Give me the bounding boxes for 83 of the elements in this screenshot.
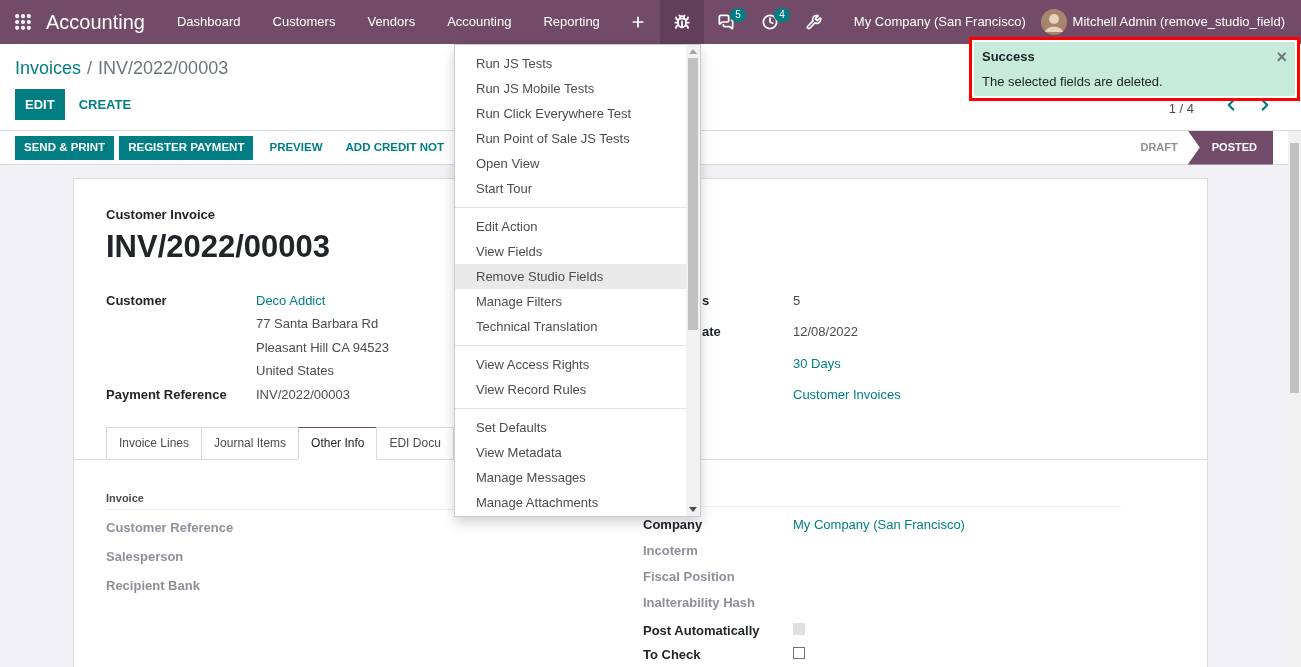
breadcrumb-current: INV/2022/00003 <box>98 57 229 80</box>
status-stage[interactable]: POSTED <box>1187 130 1273 165</box>
field-label: Payment Reference <box>106 385 228 404</box>
debug-menu-item[interactable]: Run JS Tests <box>455 51 686 76</box>
field-label: Inalterability Hash <box>643 594 755 610</box>
menu-scrollbar[interactable] <box>686 45 700 516</box>
clock-icon <box>761 14 778 30</box>
field-label: Incoterm <box>643 542 698 558</box>
field-value: INV/2022/00003 <box>256 385 350 404</box>
pager-counter: 1 / 4 <box>1168 99 1194 118</box>
page-scrollbar[interactable] <box>1288 131 1301 667</box>
field-value: Pleasant Hill CA 94523 <box>256 338 389 357</box>
field-value: 12/08/2022 <box>793 323 859 341</box>
field-label: s <box>702 292 710 308</box>
debug-menu-item[interactable]: View Record Rules <box>455 377 686 402</box>
field-label: Company <box>643 516 703 532</box>
company-switcher[interactable]: My Company (San Francisco) <box>853 12 1026 32</box>
checkbox[interactable] <box>793 646 805 659</box>
field-value: 77 Santa Barbara Rd <box>256 315 379 333</box>
field-label: Customer Reference <box>106 520 234 535</box>
field-label: Recipient Bank <box>106 578 200 593</box>
scrollbar-thumb[interactable] <box>1290 143 1299 393</box>
debug-menu-item[interactable]: Run Click Everywhere Test <box>455 101 686 126</box>
close-button[interactable]: × <box>1276 48 1287 65</box>
notebook-tab[interactable]: EDI Docu <box>376 426 454 460</box>
field-link[interactable]: Customer Invoices <box>793 385 901 405</box>
debug-menu-item[interactable]: Remove Studio Fields <box>455 264 686 289</box>
scroll-down-icon[interactable] <box>689 507 697 512</box>
debug-menu-item[interactable]: Start Tour <box>455 176 686 201</box>
debug-menu-item[interactable]: Manage Messages <box>455 465 686 490</box>
user-menu[interactable]: Mitchell Admin (remove_studio_field) <box>1072 12 1285 32</box>
breadcrumb-link[interactable]: Invoices <box>15 55 82 82</box>
status-action-button[interactable]: ADD CREDIT NOT <box>338 135 451 160</box>
chat-icon <box>717 14 734 30</box>
debug-menu-item[interactable]: Edit Action <box>455 214 686 239</box>
grid-icon <box>13 12 33 32</box>
nav-menu-item[interactable]: Vendors <box>351 0 432 44</box>
bug-button[interactable] <box>659 0 704 44</box>
debug-menu-item[interactable]: Run JS Mobile Tests <box>455 76 686 101</box>
field-label: Salesperson <box>106 549 184 564</box>
debug-menu-item[interactable]: Set Defaults <box>455 415 686 440</box>
edit-button[interactable]: EDIT <box>15 89 65 120</box>
debug-menu-item[interactable]: Run Point of Sale JS Tests <box>455 126 686 151</box>
status-action-button[interactable]: PREVIEW <box>262 135 330 160</box>
debug-menu-item[interactable]: Technical Translation <box>455 314 686 339</box>
count-badge: 5 <box>730 8 746 22</box>
app-title: Accounting <box>46 10 145 35</box>
status-action-button[interactable]: SEND & PRINT <box>15 135 115 160</box>
create-button[interactable]: CREATE <box>68 89 142 120</box>
field-label: Post Automatically <box>643 622 760 638</box>
debug-menu-item[interactable]: View Access Rights <box>455 352 686 377</box>
nav-menu-item[interactable]: Reporting <box>527 0 616 44</box>
nav-menu-item[interactable]: Dashboard <box>160 0 257 44</box>
invoice-number-title: INV/2022/00003 <box>106 227 331 266</box>
chat-button[interactable]: 5 <box>703 0 748 44</box>
notification-message: The selected fields are deleted. <box>982 72 1164 91</box>
debug-menu-item[interactable]: View Metadata <box>455 440 686 465</box>
breadcrumb-separator: / <box>87 57 93 80</box>
nav-menu-item[interactable]: Accounting <box>431 0 528 44</box>
field-label: To Check <box>643 646 701 662</box>
count-badge: 4 <box>774 8 790 22</box>
document-type-label: Customer Invoice <box>106 206 216 224</box>
bug-icon <box>673 14 690 30</box>
field-label: Customer <box>106 291 168 310</box>
field-link[interactable]: 30 Days <box>793 353 841 373</box>
field-link[interactable]: Deco Addict <box>256 290 326 310</box>
debug-menu-item[interactable]: Manage Filters <box>455 289 686 314</box>
field-label: ate <box>702 324 721 339</box>
scrollbar-thumb[interactable] <box>688 58 698 330</box>
notification-title: Success <box>982 48 1035 66</box>
field-value: 5 <box>793 291 801 310</box>
avatar-icon <box>1040 9 1067 35</box>
field-value: United States <box>256 362 335 380</box>
wrench-icon <box>805 14 822 30</box>
nav-menu-item[interactable]: Customers <box>256 0 352 44</box>
status-action-button[interactable]: REGISTER PAYMENT <box>119 135 254 160</box>
debug-menu-item[interactable]: Open View <box>455 151 686 176</box>
clock-button[interactable]: 4 <box>747 0 792 44</box>
field-link[interactable]: My Company (San Francisco) <box>793 514 965 534</box>
notebook-tab[interactable]: Other Info <box>298 426 378 460</box>
notebook-tab[interactable]: Invoice Lines <box>106 426 203 460</box>
field-label: Fiscal Position <box>643 568 735 584</box>
debug-menu-item[interactable]: View Fields <box>455 239 686 264</box>
